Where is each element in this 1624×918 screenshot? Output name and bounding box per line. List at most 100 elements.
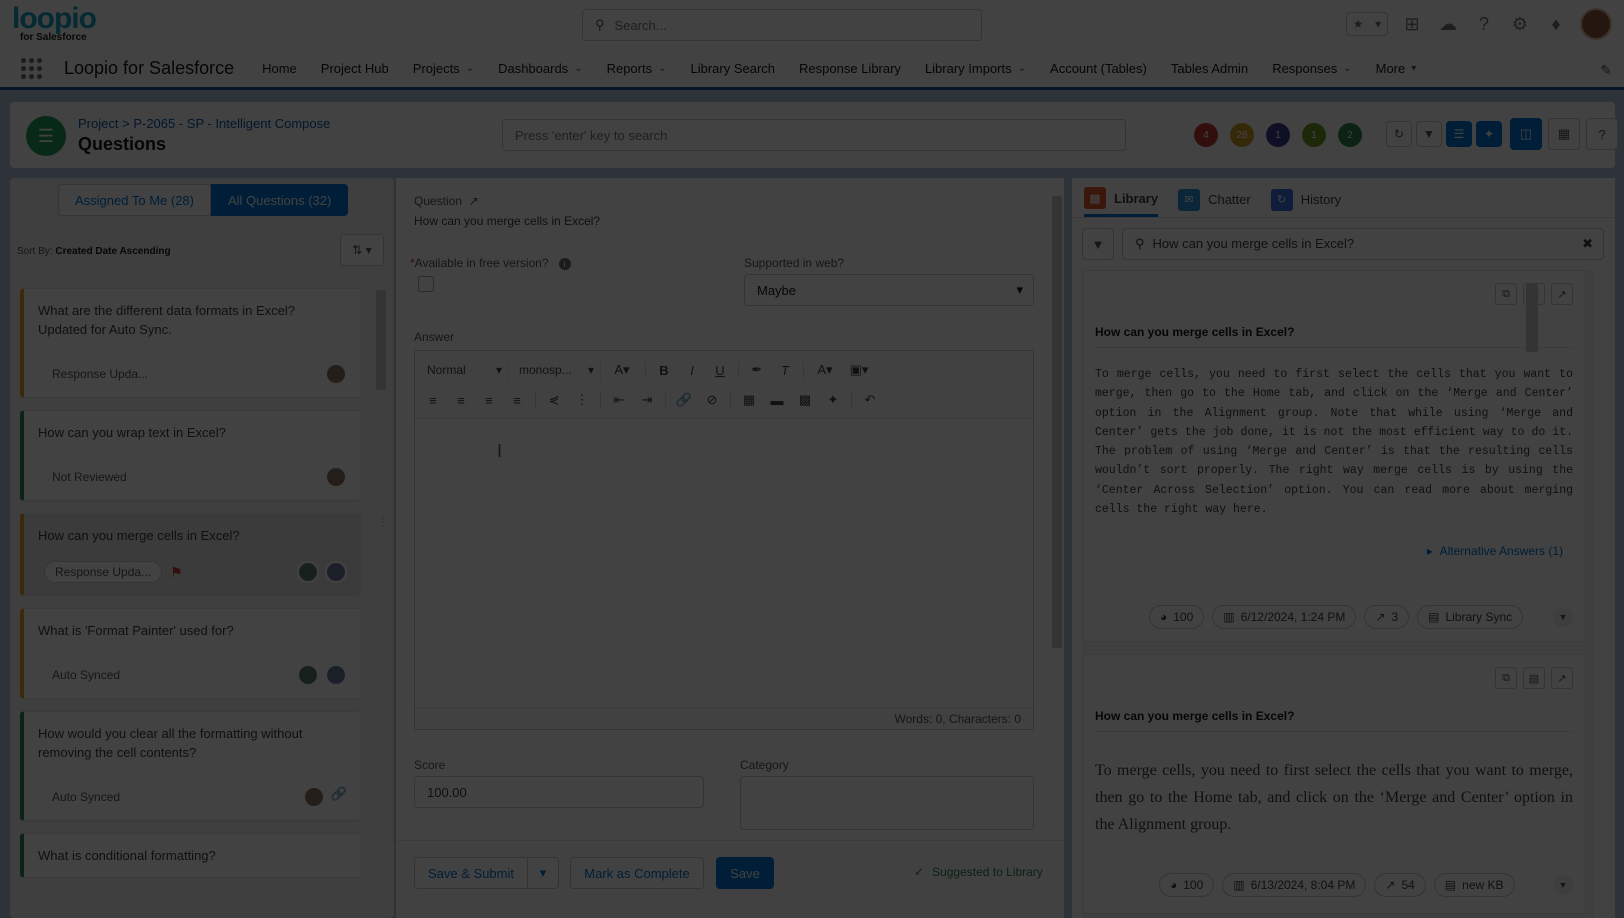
indent-icon[interactable]: ⇥	[635, 388, 659, 412]
numbered-list-icon[interactable]: ⋞	[542, 388, 566, 412]
question-card-selected[interactable]: How can you merge cells in Excel? Respon…	[20, 513, 362, 596]
info-icon[interactable]: i	[558, 258, 571, 270]
expand-icon[interactable]: ▼	[1553, 607, 1573, 627]
nav-account-tables[interactable]: Account (Tables)	[1050, 61, 1147, 76]
library-scrollbar[interactable]	[1526, 276, 1538, 916]
nav-dashboards[interactable]: Dashboards ⌄	[498, 61, 583, 76]
save-submit-button[interactable]: Save & Submit	[414, 857, 528, 889]
nav-more[interactable]: More ▾	[1376, 61, 1417, 76]
link-icon[interactable]: 🔗	[672, 388, 696, 412]
help-icon[interactable]: ?	[1586, 118, 1618, 150]
list-view-icon[interactable]: ☰	[1446, 121, 1472, 147]
text-color-icon[interactable]: A▾	[810, 358, 840, 382]
tab-library[interactable]: ▤ Library	[1084, 178, 1159, 217]
status-badge-green[interactable]: 2	[1338, 123, 1362, 147]
question-card[interactable]: What is 'Format Painter' used for? Auto …	[20, 608, 362, 699]
app-launcher-icon[interactable]	[21, 57, 43, 80]
resize-handle[interactable]: ⋮	[378, 518, 388, 528]
format-painter-icon[interactable]: ✒	[745, 358, 769, 382]
bold-icon[interactable]: B	[652, 358, 676, 382]
status-badge-yellow[interactable]: 28	[1230, 123, 1254, 147]
sparkle-icon[interactable]: ✦	[821, 388, 845, 412]
user-avatar[interactable]	[1580, 8, 1612, 40]
favorites-button[interactable]: ★ ▾	[1346, 12, 1388, 36]
align-left-icon[interactable]: ≡	[421, 388, 445, 412]
help-icon[interactable]: ?	[1472, 12, 1496, 36]
nav-home[interactable]: Home	[262, 61, 297, 76]
sort-button[interactable]: ⇅ ▾	[340, 234, 384, 266]
format-select[interactable]: Normal ▾	[421, 358, 509, 382]
alternative-answers-link[interactable]: ▸ Alternative Answers (1)	[1427, 544, 1563, 558]
question-card[interactable]: How would you clear all the formatting w…	[20, 711, 362, 821]
question-card[interactable]: What are the different data formats in E…	[20, 288, 362, 398]
highlight-color-icon[interactable]: ▣▾	[844, 358, 874, 382]
supported-web-select[interactable]: Maybe ▾	[744, 274, 1034, 306]
add-icon[interactable]: ⊞	[1400, 12, 1424, 36]
question-card[interactable]: How can you wrap text in Excel? Not Revi…	[20, 410, 362, 501]
clear-icon[interactable]: ✖	[1582, 236, 1593, 252]
nav-library-search[interactable]: Library Search	[691, 61, 776, 76]
refresh-icon[interactable]: ↻	[1386, 121, 1412, 147]
nav-library-imports[interactable]: Library Imports ⌄	[925, 61, 1026, 76]
nav-reports[interactable]: Reports ⌄	[607, 61, 667, 76]
question-card[interactable]: What is conditional formatting?	[20, 833, 362, 878]
justify-icon[interactable]: ≡	[505, 388, 529, 412]
global-search-input[interactable]: ⚲ Search...	[582, 9, 982, 41]
answer-textarea[interactable]: I	[415, 419, 1033, 707]
italic-icon[interactable]: I	[680, 358, 704, 382]
open-icon[interactable]: ↗	[1551, 283, 1573, 305]
category-input[interactable]	[740, 776, 1034, 830]
suggested-to-library[interactable]: ✓ Suggested to Library	[914, 865, 1043, 879]
tab-assigned-to-me[interactable]: Assigned To Me (28)	[58, 184, 211, 216]
expand-icon[interactable]: ▼	[1553, 875, 1573, 895]
detail-scrollbar[interactable]	[1052, 182, 1062, 822]
unlink-icon[interactable]: ⊘	[700, 388, 724, 412]
copy-icon[interactable]: ⧉	[1495, 283, 1517, 305]
nav-responses[interactable]: Responses ⌄	[1272, 61, 1351, 76]
external-link-icon[interactable]: ↗	[469, 194, 479, 208]
list-scrollbar[interactable]	[376, 278, 386, 878]
nav-tables-admin[interactable]: Tables Admin	[1171, 61, 1248, 76]
tab-chatter[interactable]: ✉ Chatter	[1178, 178, 1251, 217]
bell-icon[interactable]: ♦	[1544, 12, 1568, 36]
sparkle-icon[interactable]: ✦	[1476, 121, 1502, 147]
mark-complete-button[interactable]: Mark as Complete	[570, 857, 704, 889]
table-view-icon[interactable]: ▦	[1548, 118, 1580, 150]
status-badge-red[interactable]: 4	[1194, 123, 1218, 147]
crumb-project[interactable]: Project	[78, 116, 118, 131]
question-search-input[interactable]: Press 'enter' key to search	[502, 119, 1126, 151]
underline-icon[interactable]: U	[708, 358, 732, 382]
horizontal-rule-icon[interactable]: ▬	[765, 388, 789, 412]
loopio-logo[interactable]: loopio for Salesforce	[12, 4, 122, 46]
copy-icon[interactable]: ⧉	[1495, 667, 1517, 689]
nav-response-library[interactable]: Response Library	[799, 61, 901, 76]
clear-format-icon[interactable]: T	[773, 358, 797, 382]
save-button[interactable]: Save	[716, 857, 774, 889]
font-size-icon[interactable]: A▾	[605, 358, 639, 382]
status-badge-lime[interactable]: 1	[1302, 123, 1326, 147]
pencil-icon[interactable]: ✎	[1600, 62, 1612, 79]
outdent-icon[interactable]: ⇤	[607, 388, 631, 412]
nav-projects[interactable]: Projects ⌄	[413, 61, 474, 76]
align-right-icon[interactable]: ≡	[477, 388, 501, 412]
image-icon[interactable]: ▩	[793, 388, 817, 412]
split-view-icon[interactable]: ◫	[1510, 118, 1542, 150]
tab-all-questions[interactable]: All Questions (32)	[211, 184, 349, 216]
trailhead-icon[interactable]: ☁	[1436, 12, 1460, 36]
font-select[interactable]: monosp... ▾	[513, 358, 601, 382]
undo-icon[interactable]: ↶	[858, 388, 882, 412]
nav-project-hub[interactable]: Project Hub	[321, 61, 389, 76]
free-version-checkbox[interactable]	[418, 276, 434, 292]
crumb-project-record[interactable]: P-2065 - SP - Intelligent Compose	[133, 116, 330, 131]
table-icon[interactable]: ▦	[737, 388, 761, 412]
open-icon[interactable]: ↗	[1551, 667, 1573, 689]
save-submit-menu-button[interactable]: ▾	[527, 857, 559, 889]
align-center-icon[interactable]: ≡	[449, 388, 473, 412]
filter-icon[interactable]: ▼	[1416, 121, 1442, 147]
library-filter-button[interactable]: ▼	[1082, 228, 1114, 260]
gear-icon[interactable]: ⚙	[1508, 12, 1532, 36]
status-badge-indigo[interactable]: 1	[1266, 123, 1290, 147]
bullet-list-icon[interactable]: ⋮	[570, 388, 594, 412]
score-input[interactable]: 100.00	[414, 776, 704, 808]
tab-history[interactable]: ↻ History	[1270, 178, 1341, 217]
